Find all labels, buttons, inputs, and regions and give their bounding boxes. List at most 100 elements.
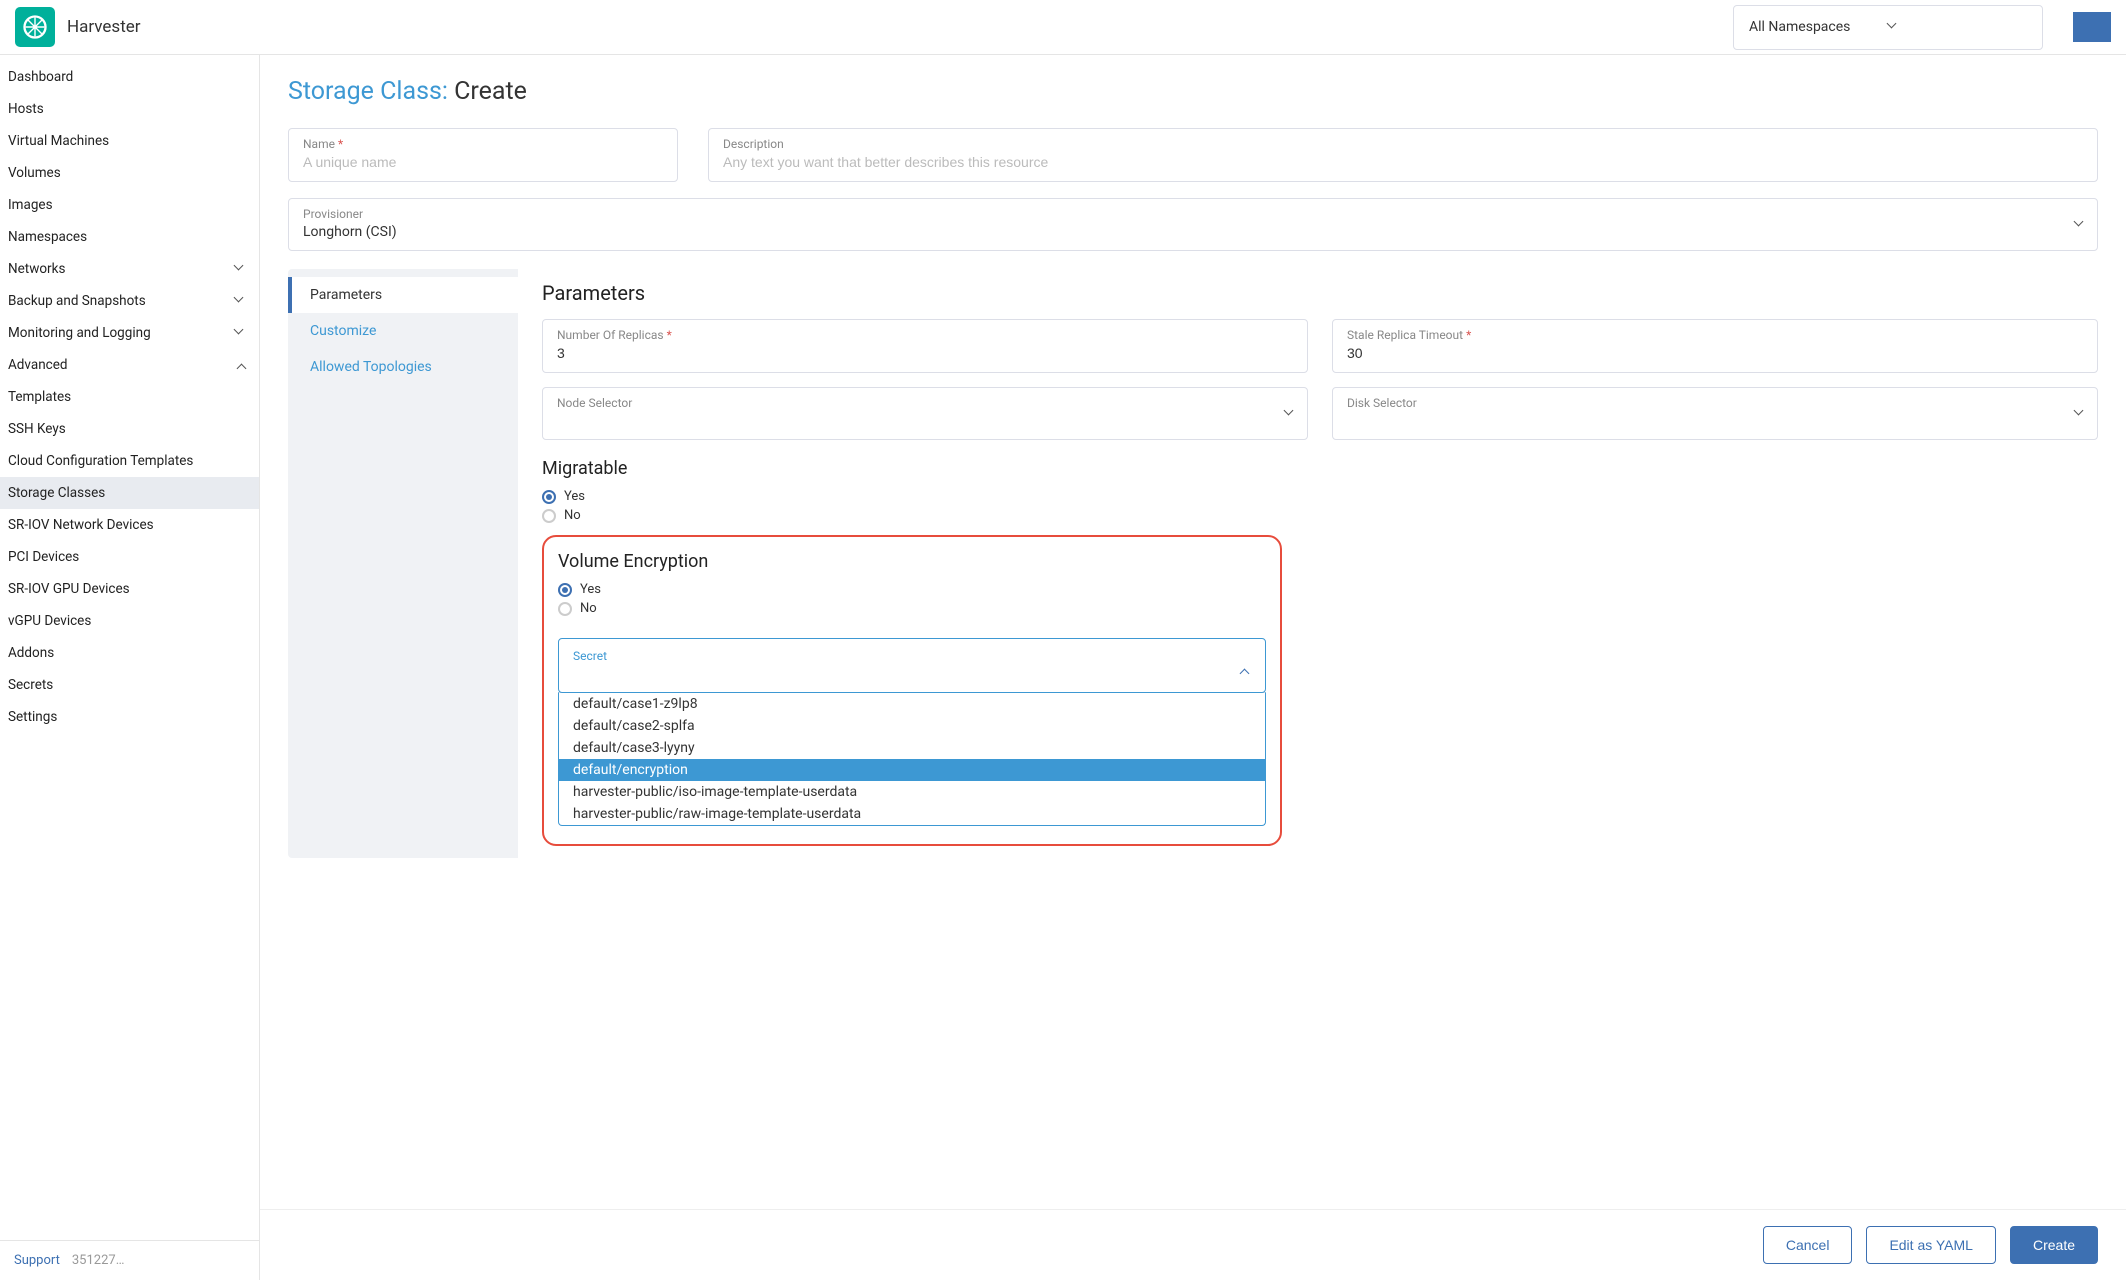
replicas-input[interactable] xyxy=(557,345,1293,361)
sidebar-item-label: SR-IOV GPU Devices xyxy=(8,581,245,597)
sidebar-item-secrets[interactable]: Secrets xyxy=(0,669,259,701)
secret-select[interactable]: Secret xyxy=(558,638,1266,693)
sidebar-item-ssh-keys[interactable]: SSH Keys xyxy=(0,413,259,445)
chevron-up-icon xyxy=(1241,670,1251,680)
stale-timeout-input[interactable] xyxy=(1347,345,2083,361)
description-input[interactable] xyxy=(723,154,2083,170)
namespace-selector[interactable]: All Namespaces xyxy=(1733,5,2043,50)
secret-option[interactable]: default/case3-lyyny xyxy=(559,737,1265,759)
parameters-heading: Parameters xyxy=(542,281,2098,305)
radio-unselected-icon xyxy=(558,602,572,616)
replicas-field[interactable]: Number Of Replicas * xyxy=(542,319,1308,373)
radio-label: No xyxy=(580,601,597,616)
secret-option[interactable]: default/encryption xyxy=(559,759,1265,781)
sidebar-item-label: SSH Keys xyxy=(8,421,245,437)
harvester-logo-icon xyxy=(21,13,49,41)
description-field[interactable]: Description xyxy=(708,128,2098,182)
sidebar-item-storage-classes[interactable]: Storage Classes xyxy=(0,477,259,509)
sidebar-item-backup-and-snapshots[interactable]: Backup and Snapshots xyxy=(0,285,259,317)
volume-encryption-heading: Volume Encryption xyxy=(558,551,1266,572)
provisioner-value: Longhorn (CSI) xyxy=(303,224,2083,240)
sidebar-item-label: Dashboard xyxy=(8,69,245,85)
encryption-yes-radio[interactable]: Yes xyxy=(558,582,1266,597)
stale-timeout-field[interactable]: Stale Replica Timeout * xyxy=(1332,319,2098,373)
name-input[interactable] xyxy=(303,154,663,170)
version-text: 351227… xyxy=(72,1253,125,1268)
radio-selected-icon xyxy=(558,583,572,597)
sidebar-item-label: Addons xyxy=(8,645,245,661)
radio-label: Yes xyxy=(564,489,585,504)
sidebar-item-label: Namespaces xyxy=(8,229,245,245)
provisioner-select[interactable]: Provisioner Longhorn (CSI) xyxy=(288,198,2098,251)
tab-customize[interactable]: Customize xyxy=(288,313,518,349)
edit-yaml-button[interactable]: Edit as YAML xyxy=(1866,1226,1996,1264)
radio-label: Yes xyxy=(580,582,601,597)
volume-encryption-highlight: Volume Encryption Yes No Secret xyxy=(542,535,1282,846)
sidebar-item-label: Virtual Machines xyxy=(8,133,245,149)
sidebar-item-namespaces[interactable]: Namespaces xyxy=(0,221,259,253)
chevron-down-icon xyxy=(235,296,245,306)
radio-unselected-icon xyxy=(542,509,556,523)
sidebar-item-images[interactable]: Images xyxy=(0,189,259,221)
chevron-down-icon xyxy=(235,264,245,274)
sidebar-item-dashboard[interactable]: Dashboard xyxy=(0,61,259,93)
disk-selector-select[interactable]: Disk Selector xyxy=(1332,387,2098,440)
chevron-down-icon xyxy=(235,328,245,338)
migratable-no-radio[interactable]: No xyxy=(542,508,2098,523)
encryption-no-radio[interactable]: No xyxy=(558,601,1266,616)
page-title: Storage Class: Create xyxy=(288,77,2098,106)
sidebar-item-label: Templates xyxy=(8,389,245,405)
secret-dropdown: default/case1-z9lp8default/case2-splfade… xyxy=(558,692,1266,826)
create-button[interactable]: Create xyxy=(2010,1226,2098,1264)
sidebar-item-label: Monitoring and Logging xyxy=(8,325,235,341)
chevron-up-icon xyxy=(235,360,245,370)
sidebar-item-networks[interactable]: Networks xyxy=(0,253,259,285)
chevron-down-icon xyxy=(2075,409,2085,419)
secret-option[interactable]: default/case1-z9lp8 xyxy=(559,693,1265,715)
sidebar-item-templates[interactable]: Templates xyxy=(0,381,259,413)
sidebar-item-label: Advanced xyxy=(8,357,235,373)
sidebar-item-label: Settings xyxy=(8,709,245,725)
support-link[interactable]: Support xyxy=(14,1253,60,1268)
sidebar-item-label: Cloud Configuration Templates xyxy=(8,453,245,469)
user-avatar[interactable] xyxy=(2073,12,2111,42)
sidebar-item-label: Images xyxy=(8,197,245,213)
sidebar-item-label: Secrets xyxy=(8,677,245,693)
radio-label: No xyxy=(564,508,581,523)
sidebar-item-addons[interactable]: Addons xyxy=(0,637,259,669)
namespace-selector-value: All Namespaces xyxy=(1749,19,1888,35)
secret-option[interactable]: harvester-public/iso-image-template-user… xyxy=(559,781,1265,803)
sidebar-item-sr-iov-gpu-devices[interactable]: SR-IOV GPU Devices xyxy=(0,573,259,605)
chevron-down-icon xyxy=(2075,220,2085,230)
sidebar-item-cloud-configuration-templates[interactable]: Cloud Configuration Templates xyxy=(0,445,259,477)
sidebar-item-monitoring-and-logging[interactable]: Monitoring and Logging xyxy=(0,317,259,349)
node-selector-select[interactable]: Node Selector xyxy=(542,387,1308,440)
tab-allowed-topologies[interactable]: Allowed Topologies xyxy=(288,349,518,385)
page-title-link[interactable]: Storage Class: xyxy=(288,77,448,106)
sidebar-item-advanced[interactable]: Advanced xyxy=(0,349,259,381)
sidebar-item-virtual-machines[interactable]: Virtual Machines xyxy=(0,125,259,157)
product-name: Harvester xyxy=(67,17,141,37)
sidebar-item-pci-devices[interactable]: PCI Devices xyxy=(0,541,259,573)
chevron-down-icon xyxy=(1285,409,1295,419)
sidebar-item-volumes[interactable]: Volumes xyxy=(0,157,259,189)
migratable-heading: Migratable xyxy=(542,458,2098,479)
sidebar-item-label: Storage Classes xyxy=(8,485,245,501)
secret-option[interactable]: harvester-public/raw-image-template-user… xyxy=(559,803,1265,825)
migratable-yes-radio[interactable]: Yes xyxy=(542,489,2098,504)
name-field[interactable]: Name * xyxy=(288,128,678,182)
sidebar-item-vgpu-devices[interactable]: vGPU Devices xyxy=(0,605,259,637)
sidebar-item-label: Networks xyxy=(8,261,235,277)
cancel-button[interactable]: Cancel xyxy=(1763,1226,1853,1264)
tab-parameters[interactable]: Parameters xyxy=(288,277,518,313)
sidebar-item-label: vGPU Devices xyxy=(8,613,245,629)
sidebar-item-label: SR-IOV Network Devices xyxy=(8,517,245,533)
sidebar-item-sr-iov-network-devices[interactable]: SR-IOV Network Devices xyxy=(0,509,259,541)
sidebar-item-label: Volumes xyxy=(8,165,245,181)
harvester-logo[interactable] xyxy=(15,7,55,47)
sidebar-item-label: Hosts xyxy=(8,101,245,117)
secret-option[interactable]: default/case2-splfa xyxy=(559,715,1265,737)
chevron-down-icon xyxy=(1888,22,2027,32)
sidebar-item-settings[interactable]: Settings xyxy=(0,701,259,733)
sidebar-item-hosts[interactable]: Hosts xyxy=(0,93,259,125)
